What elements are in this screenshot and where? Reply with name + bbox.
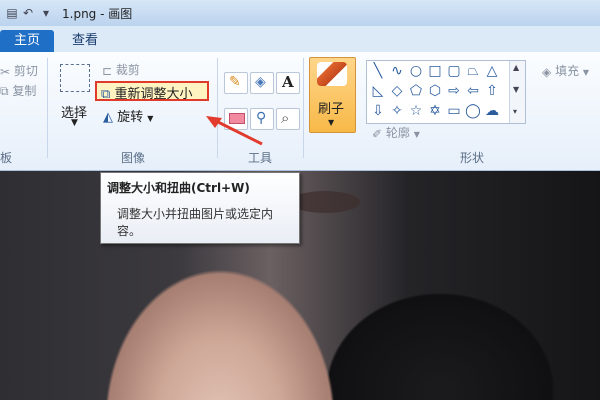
selection-icon	[60, 64, 90, 92]
oval-shape-icon[interactable]: ○	[407, 62, 425, 80]
fill-label: 填充	[555, 64, 580, 78]
image-group-label: 图像	[121, 151, 146, 165]
scroll-up-icon[interactable]: ▲	[513, 63, 519, 72]
curve-shape-icon[interactable]: ∿	[388, 62, 406, 80]
pencil-icon[interactable]: ✎	[224, 72, 248, 94]
rotate-icon: ◭	[103, 110, 113, 125]
separator	[303, 58, 304, 158]
tooltip-description: 调整大小并扭曲图片或选定内容。	[117, 207, 274, 238]
save-icon[interactable]: ▤	[4, 5, 20, 21]
rectangle-shape-icon[interactable]: □	[426, 62, 444, 80]
chevron-down-icon: ▼	[71, 118, 78, 128]
resize-button[interactable]: ⧉ 重新调整大小	[101, 83, 192, 102]
tooltip-title: 调整大小和扭曲(Ctrl+W)	[107, 181, 250, 195]
brushes-label: 刷子	[318, 102, 345, 117]
line-shape-icon[interactable]: ╲	[369, 62, 387, 80]
chevron-down-icon: ▼	[582, 68, 590, 77]
red-arrow-annotation	[206, 116, 263, 146]
outline-button[interactable]: ✐ 轮廓 ▼	[372, 124, 420, 141]
diamond-shape-icon[interactable]: ◇	[388, 82, 406, 100]
undo-icon[interactable]: ↶	[20, 5, 36, 21]
fill-icon: ◈	[542, 64, 552, 79]
shapes-gallery[interactable]: ╲ ∿ ○ □ ▢ ⏢ △ ◺ ◇ ⬠ ⬡ ⇨ ⇦ ⇧ ⇩ ✧ ☆ ✡ ▭ ◯ …	[366, 60, 526, 124]
tab-view[interactable]: 查看	[60, 30, 110, 52]
tools-group-label: 工具	[248, 151, 273, 165]
brush-icon	[317, 62, 347, 86]
title-bar: ▤ ↶ ▾ 1.png - 画图	[0, 0, 600, 27]
resize-icon: ⧉	[101, 87, 111, 102]
window-title: 1.png - 画图	[62, 7, 133, 21]
outline-label: 轮廓	[385, 126, 410, 140]
tab-home[interactable]: 主页	[0, 30, 54, 52]
scissors-icon: ✂	[0, 64, 11, 79]
ribbon-tabs: 主页 查看	[0, 26, 600, 52]
canvas-image[interactable]	[0, 171, 600, 400]
hexagon-shape-icon[interactable]: ⬡	[426, 82, 444, 100]
text-icon[interactable]: A	[276, 72, 300, 94]
pentagon-shape-icon[interactable]: ⬠	[407, 82, 425, 100]
customize-dropdown-icon[interactable]: ▾	[38, 5, 54, 21]
fill-bucket-icon[interactable]: ◈	[250, 72, 274, 94]
shapes-scrollbar[interactable]: ▲ ▼ ▾	[509, 61, 525, 123]
copy-button[interactable]: ⧉ 复制	[0, 82, 36, 99]
right-arrow-shape-icon[interactable]: ⇨	[445, 82, 463, 100]
shapes-group-label: 形状	[460, 151, 485, 165]
copy-icon: ⧉	[0, 84, 9, 98]
crop-icon: ⊏	[102, 63, 113, 78]
polygon-shape-icon[interactable]: ⏢	[464, 62, 482, 80]
chevron-down-icon: ▼	[413, 130, 420, 139]
rounded-rectangle-shape-icon[interactable]: ▢	[445, 62, 463, 80]
cut-label: 剪切	[13, 64, 38, 78]
chevron-down-icon: ▼	[147, 114, 154, 123]
left-arrow-shape-icon[interactable]: ⇦	[464, 82, 482, 100]
five-point-star-shape-icon[interactable]: ☆	[407, 102, 425, 120]
copy-label: 复制	[12, 84, 37, 98]
triangle-shape-icon[interactable]: △	[483, 62, 501, 80]
crop-label: 裁剪	[115, 63, 140, 77]
right-triangle-shape-icon[interactable]: ◺	[369, 82, 387, 100]
eye-shape	[290, 191, 360, 213]
four-point-star-shape-icon[interactable]: ✧	[388, 102, 406, 120]
text-tool-glyph: A	[282, 73, 294, 91]
six-point-star-shape-icon[interactable]: ✡	[426, 102, 444, 120]
brushes-button[interactable]: 刷子 ▼	[309, 57, 356, 133]
up-arrow-shape-icon[interactable]: ⇧	[483, 82, 501, 100]
fill-button[interactable]: ◈ 填充 ▼	[542, 62, 589, 79]
resize-tooltip: 调整大小和扭曲(Ctrl+W) 调整大小并扭曲图片或选定内容。	[100, 172, 300, 244]
clipboard-group-label: 板	[0, 151, 13, 165]
separator	[47, 58, 48, 158]
callout-oval-shape-icon[interactable]: ◯	[464, 102, 482, 120]
expand-icon[interactable]: ▾	[513, 107, 517, 116]
down-arrow-shape-icon[interactable]: ⇩	[369, 102, 387, 120]
callout-cloud-shape-icon[interactable]: ☁	[483, 102, 501, 120]
callout-rect-shape-icon[interactable]: ▭	[445, 102, 463, 120]
chevron-down-icon: ▼	[328, 118, 335, 127]
magnifier-icon[interactable]: ⌕	[276, 108, 300, 130]
resize-label: 重新调整大小	[114, 87, 193, 102]
cut-button[interactable]: ✂ 剪切	[0, 62, 38, 79]
outline-brush-icon: ✐	[372, 126, 383, 141]
crop-button[interactable]: ⊏ 裁剪	[102, 61, 140, 78]
rotate-label: 旋转	[117, 110, 144, 125]
scroll-down-icon[interactable]: ▼	[513, 85, 519, 94]
rotate-button[interactable]: ◭ 旋转 ▼	[103, 106, 153, 125]
select-button[interactable]: 选择 ▼	[55, 60, 95, 140]
ribbon: ✂ 剪切 ⧉ 复制 板 选择 ▼ ⊏ 裁剪 ⧉ 重新调整大小 ◭ 旋转 ▼ 图像…	[0, 52, 600, 171]
